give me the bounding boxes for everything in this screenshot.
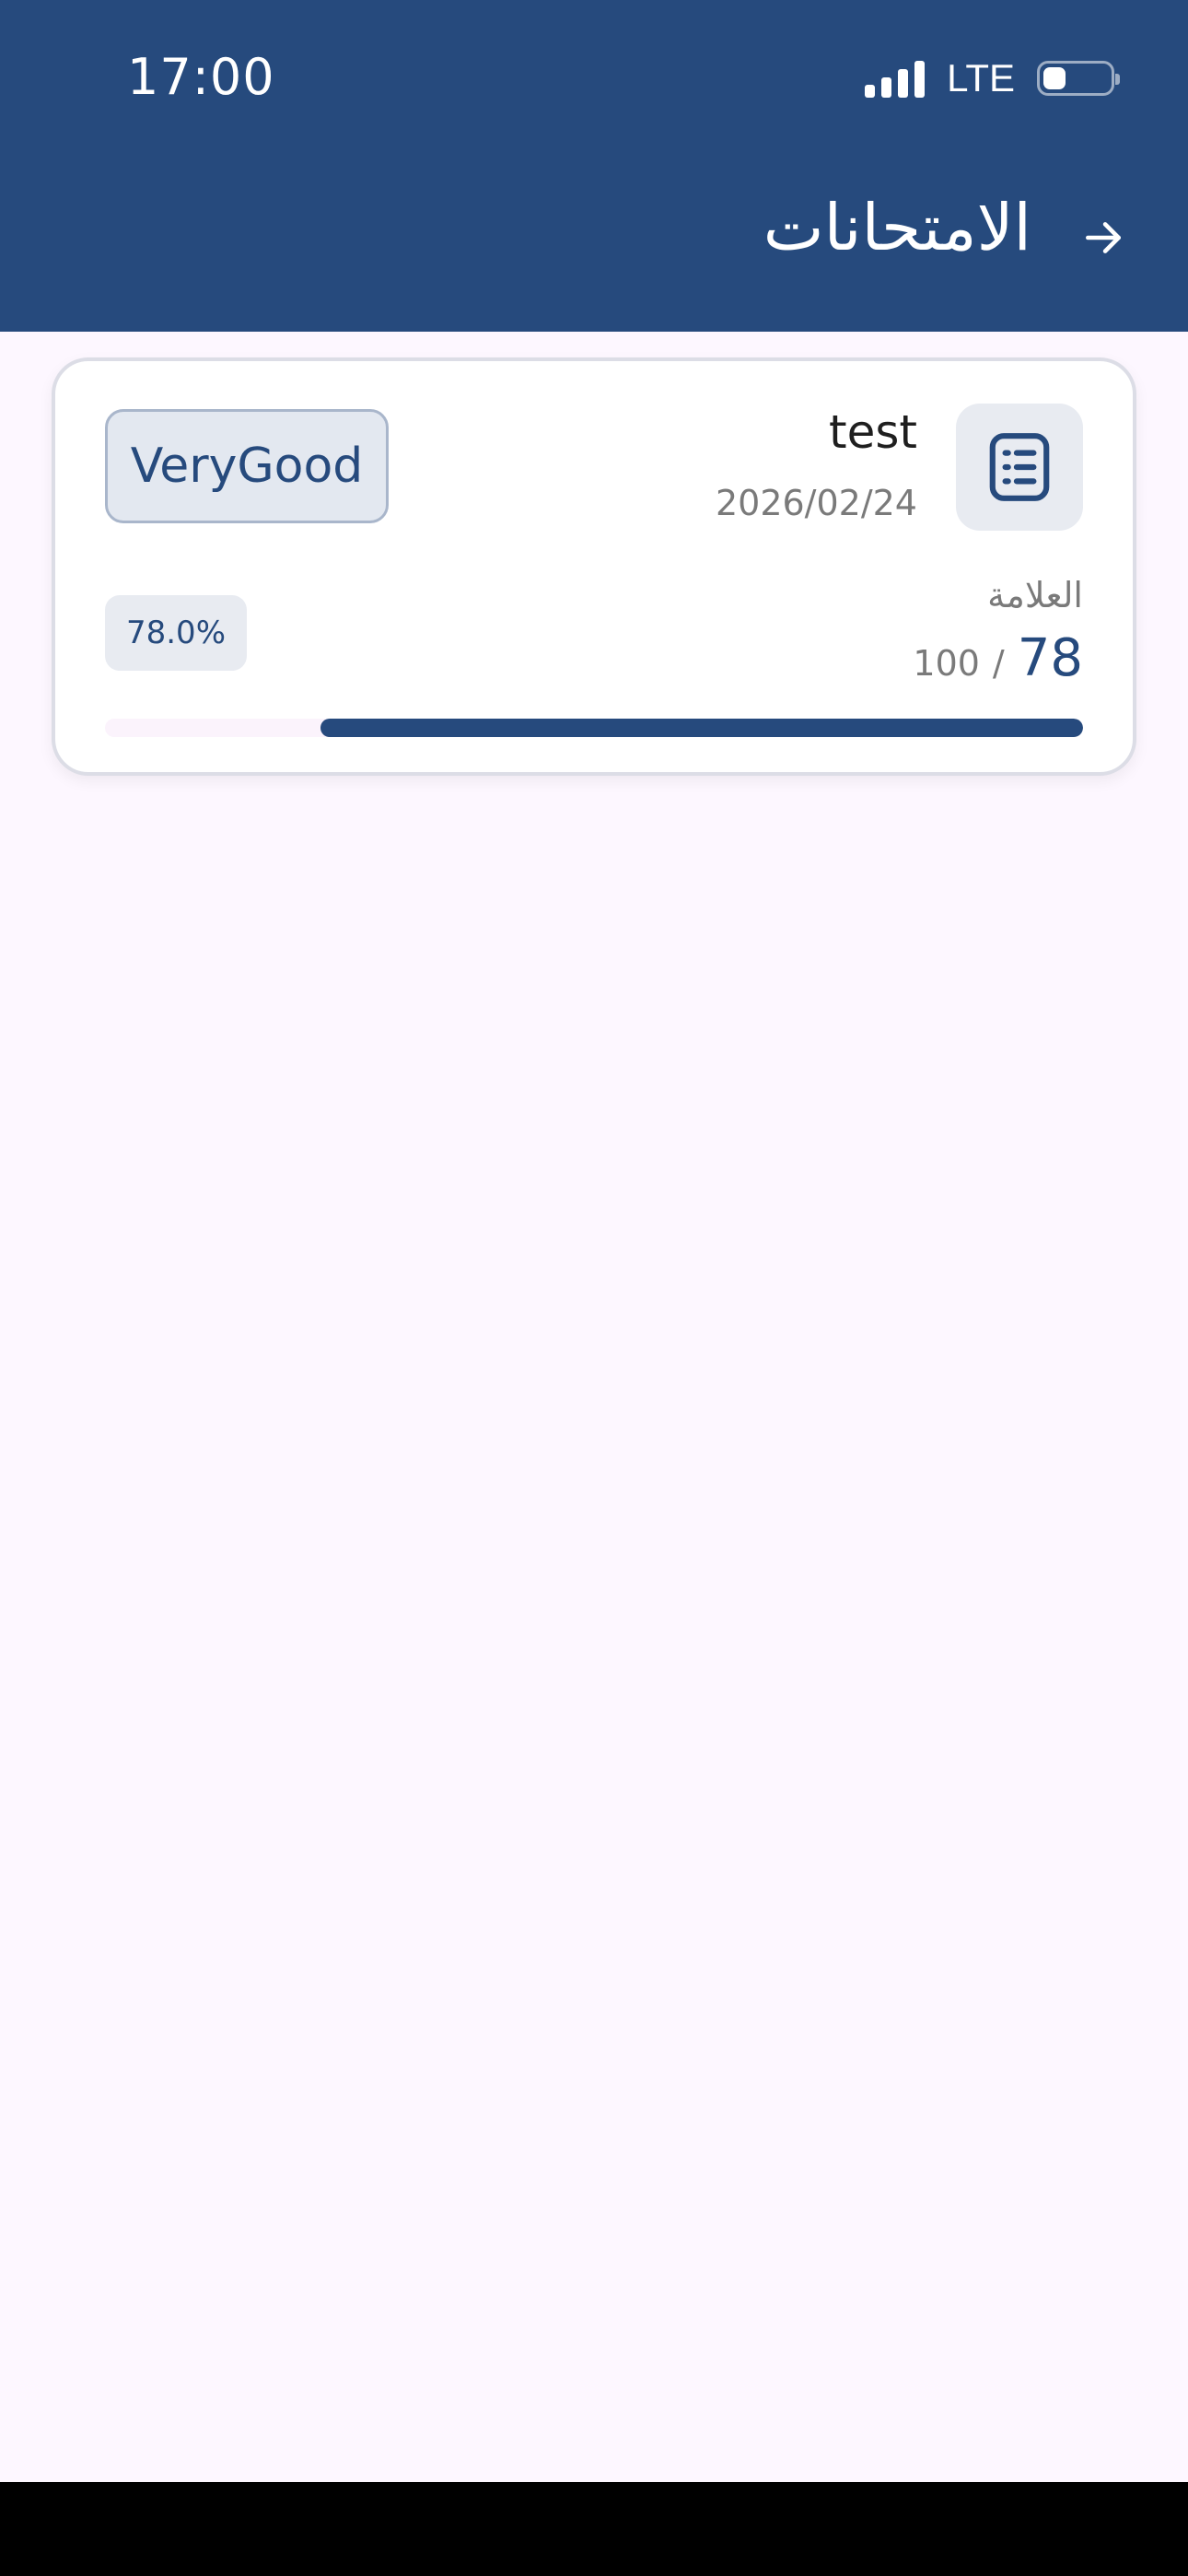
back-button[interactable] <box>1070 205 1136 271</box>
exam-icon-tile <box>956 404 1083 531</box>
score-separator: / <box>992 643 1005 684</box>
grade-badge: VeryGood <box>105 409 389 523</box>
page-title: الامتحانات <box>763 190 1031 265</box>
exam-date: 2026/02/24 <box>715 483 917 523</box>
arrow-right-icon <box>1086 222 1121 253</box>
score-label: العلامة <box>987 575 1083 615</box>
signal-icon <box>865 59 926 98</box>
score-value: 78 <box>1017 628 1083 688</box>
score-progress-fill <box>320 719 1083 737</box>
exam-name: test <box>828 405 917 459</box>
exams-screen: 17:00 LTE الامتحانات test 2026/02/24 Ver… <box>0 0 1188 2576</box>
status-time: 17:00 <box>127 48 275 106</box>
app-header: 17:00 LTE الامتحانات <box>0 0 1188 332</box>
score-total: 100 <box>913 643 980 684</box>
score-row: 100 / 78 <box>913 628 1083 688</box>
network-type: LTE <box>947 56 1015 100</box>
exam-card[interactable]: test 2026/02/24 VeryGood العلامة 100 / 7… <box>52 357 1136 776</box>
percent-chip: 78.0% <box>105 595 247 671</box>
system-navigation-bar <box>0 2482 1188 2576</box>
score-progress-bar <box>105 719 1083 737</box>
battery-icon <box>1037 61 1120 96</box>
status-icons: LTE <box>865 56 1120 100</box>
list-document-icon <box>989 433 1050 501</box>
